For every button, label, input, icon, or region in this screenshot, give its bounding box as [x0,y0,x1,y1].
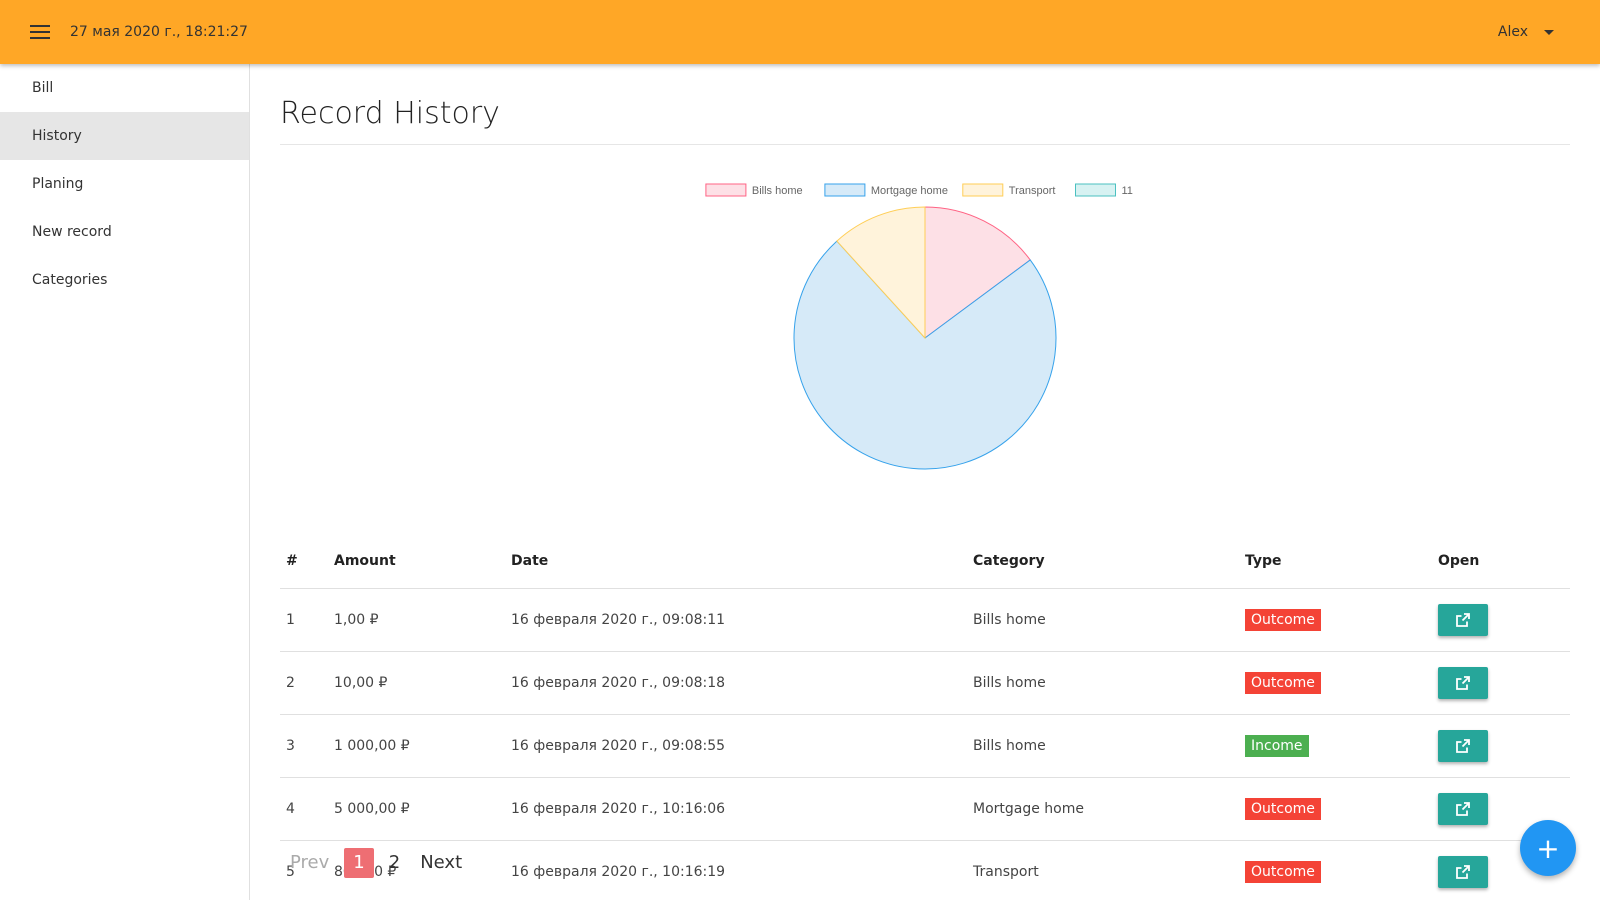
legend-label: 11 [1122,185,1133,197]
pie-chart-svg: Bills home Mortgage home Transport 11 [705,183,1133,470]
legend-item[interactable]: Bills home [705,183,803,197]
row-amount: 1 000,00 ₽ [328,714,505,778]
hamburger-icon[interactable] [30,19,56,45]
legend-item[interactable]: Mortgage home [824,183,948,197]
col-header-amount: Amount [328,534,505,589]
sidebar-item-categories[interactable]: Categories [0,256,249,304]
row-date: 16 февраля 2020 г., 09:08:11 [505,588,967,652]
sidebar-item-planing[interactable]: Planing [0,160,249,208]
row-date: 16 февраля 2020 г., 10:16:06 [505,777,967,841]
external-link-icon [1456,864,1470,879]
external-link-icon [1456,675,1470,690]
pagination-next[interactable]: Next [410,848,472,878]
type-badge: Income [1245,734,1309,757]
legend-swatch [824,183,866,197]
col-header-number: # [280,534,328,589]
external-link-icon [1456,801,1470,816]
pie-chart: Bills home Mortgage home Transport 11 [280,145,1570,485]
table-row: 1 1,00 ₽ 16 февраля 2020 г., 09:08:11 Bi… [280,588,1570,652]
user-name: Alex [1497,24,1528,40]
legend-swatch [1075,183,1116,197]
row-date: 16 февраля 2020 г., 09:08:55 [505,714,967,778]
top-app-bar: 27 мая 2020 г., 18:21:27 Alex [0,0,1600,64]
row-category: Mortgage home [967,777,1239,841]
row-amount: 10,00 ₽ [328,651,505,715]
records-table: # Amount Date Category Type Open 1 1,00 … [280,534,1570,900]
open-record-button[interactable] [1438,603,1488,636]
col-header-date: Date [505,534,967,589]
sidebar: Bill History Planing New record Categori… [0,64,250,900]
pagination-prev[interactable]: Prev [280,848,339,878]
external-link-icon [1456,738,1470,753]
row-category: Bills home [967,651,1239,715]
row-category: Bills home [967,714,1239,778]
user-dropdown[interactable]: Alex [1498,0,1554,64]
table-row: 5 800,00 ₽ 16 февраля 2020 г., 10:16:19 … [280,840,1570,900]
col-header-type: Type [1239,534,1432,589]
type-badge: Outcome [1245,608,1321,631]
pagination-page-2[interactable]: 2 [379,848,410,878]
main-content: Record History Bills home Mortgage home Tr… [280,64,1570,900]
table-row: 3 1 000,00 ₽ 16 февраля 2020 г., 09:08:5… [280,714,1570,778]
legend-label: Mortgage home [871,185,948,197]
type-badge: Outcome [1245,860,1321,883]
page-title: Record History [280,96,500,131]
legend-swatch [962,183,1004,197]
legend-item[interactable]: Transport [962,183,1056,197]
plus-icon: + [1536,831,1560,865]
open-record-button[interactable] [1438,792,1488,825]
row-category: Bills home [967,588,1239,652]
sidebar-item-history[interactable]: History [0,112,249,160]
table-header-row: # Amount Date Category Type Open [280,534,1570,589]
col-header-open: Open [1432,534,1570,589]
sidebar-item-bill[interactable]: Bill [0,64,249,112]
sidebar-item-new-record[interactable]: New record [0,208,249,256]
pagination-page-1[interactable]: 1 [344,848,374,878]
header-datetime: 27 мая 2020 г., 18:21:27 [70,24,248,40]
open-record-button[interactable] [1438,855,1488,888]
add-record-fab[interactable]: + [1520,820,1576,876]
row-number: 3 [280,714,328,778]
row-date: 16 февраля 2020 г., 10:16:19 [505,840,967,900]
pagination: Prev 1 2 Next [280,848,472,878]
row-amount: 1,00 ₽ [328,588,505,652]
open-record-button[interactable] [1438,729,1488,762]
row-category: Transport [967,840,1239,900]
type-badge: Outcome [1245,671,1321,694]
table-row: 2 10,00 ₽ 16 февраля 2020 г., 09:08:18 B… [280,651,1570,715]
open-record-button[interactable] [1438,666,1488,699]
row-date: 16 февраля 2020 г., 09:08:18 [505,651,967,715]
legend-item[interactable]: 11 [1075,183,1133,197]
legend-label: Transport [1009,185,1056,197]
legend-swatch [705,183,747,197]
type-badge: Outcome [1245,797,1321,820]
row-number: 4 [280,777,328,841]
legend-label: Bills home [752,185,803,197]
table-row: 4 5 000,00 ₽ 16 февраля 2020 г., 10:16:0… [280,777,1570,841]
row-number: 2 [280,651,328,715]
col-header-category: Category [967,534,1239,589]
external-link-icon [1456,612,1470,627]
caret-down-icon [1544,29,1554,35]
row-number: 1 [280,588,328,652]
row-amount: 5 000,00 ₽ [328,777,505,841]
